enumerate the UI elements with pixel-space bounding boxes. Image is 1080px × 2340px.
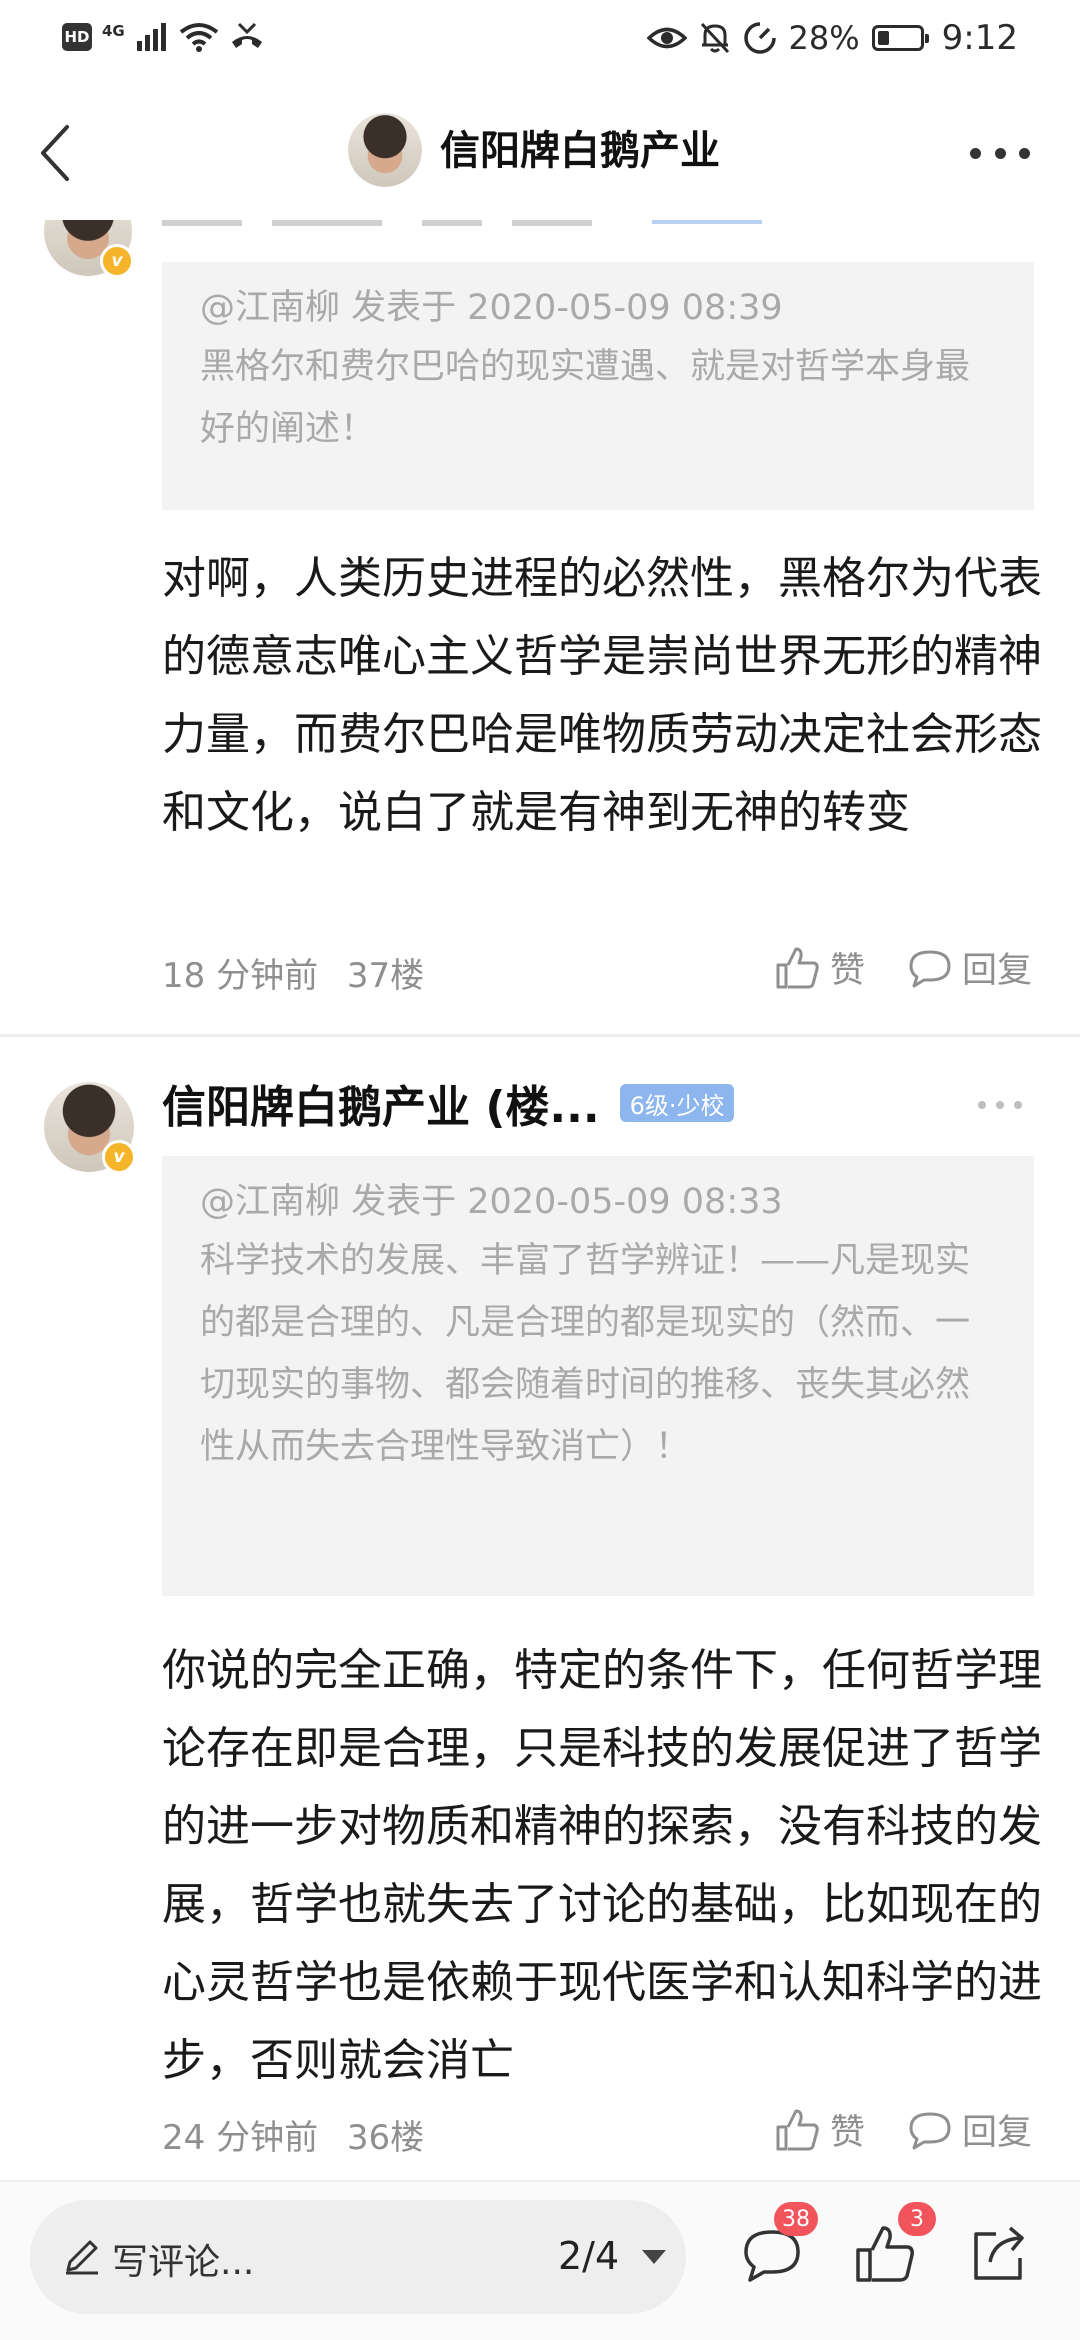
quoted-comment[interactable]: @江南柳 发表于 2020-05-09 08:33 科学技术的发展、丰富了哲学辨…	[162, 1156, 1034, 1596]
top-nav: 信阳牌白鹅产业	[0, 80, 1080, 220]
comment-time: 18 分钟前	[162, 956, 319, 996]
comment-meta-row: 24 分钟前 36楼 赞 回复	[162, 2100, 1036, 2160]
network-type: 4G	[102, 22, 125, 40]
comment-meta: 18 分钟前 37楼	[162, 948, 424, 997]
mute-bell-icon	[700, 22, 729, 54]
battery-percent: 28%	[788, 19, 860, 57]
data-saver-icon	[743, 22, 776, 54]
clock: 9:12	[941, 18, 1018, 58]
comment-divider	[0, 1034, 1080, 1037]
battery-icon	[871, 25, 929, 51]
thumbs-up-icon	[776, 2109, 819, 2150]
page-title[interactable]: 信阳牌白鹅产业	[440, 126, 720, 176]
quote-text: 科学技术的发展、丰富了哲学辨证！——凡是现实的都是合理的、凡是合理的都是现实的（…	[200, 1241, 971, 1467]
comment-text: 对啊，人类历史进程的必然性，黑格尔为代表的德意志唯心主义哲学是崇尚世界无形的精神…	[162, 553, 1042, 838]
share-button[interactable]	[966, 2222, 1030, 2286]
like-label: 赞	[830, 2113, 866, 2153]
comment-meta: 24 分钟前 36楼	[162, 2110, 424, 2159]
like-button[interactable]: 赞	[774, 942, 865, 993]
like-label: 赞	[830, 951, 866, 991]
more-dot	[994, 147, 1006, 159]
eye-icon	[646, 27, 687, 49]
signal-icon	[136, 23, 166, 51]
hd-badge: HD	[62, 23, 92, 51]
header-avatar[interactable]	[348, 113, 422, 187]
comments-count-badge: 38	[774, 2202, 818, 2236]
like-button[interactable]: 赞	[774, 2104, 865, 2155]
reply-button[interactable]: 回复	[908, 942, 1032, 993]
more-dot	[970, 147, 981, 159]
reply-button[interactable]: 回复	[908, 2104, 1032, 2155]
compose-placeholder: 写评论...	[112, 2242, 255, 2283]
back-button[interactable]	[26, 118, 82, 188]
more-dot	[1014, 1101, 1022, 1109]
comment-time: 24 分钟前	[162, 2118, 319, 2158]
comment-text: 你说的完全正确，特定的条件下，任何哲学理论存在即是合理，只是科技的发展促进了哲学…	[162, 1645, 1042, 2086]
thumbs-up-icon	[776, 947, 819, 988]
status-bar: HD 4G 28% 9:12	[0, 0, 1080, 80]
pencil-icon	[66, 2240, 98, 2275]
comment-meta-row: 18 分钟前 37楼 赞 回复	[162, 938, 1036, 998]
share-icon	[974, 2226, 1024, 2280]
wifi-icon	[179, 23, 218, 52]
reply-label: 回复	[962, 2113, 1033, 2153]
comment-avatar[interactable]: v	[44, 1082, 136, 1174]
comment-author-row: 信阳牌白鹅产业 (楼... 6级·少校	[162, 1068, 735, 1138]
more-dot	[996, 1101, 1004, 1109]
more-options-button[interactable]	[970, 138, 1030, 168]
chat-bubble-icon	[909, 2112, 951, 2149]
verified-badge-icon: v	[100, 244, 134, 278]
comments-button[interactable]: 38	[740, 2202, 818, 2286]
quote-meta: @江南柳 发表于 2020-05-09 08:33	[200, 1182, 783, 1222]
status-right: 28% 9:12	[646, 18, 1018, 58]
avatar-image	[348, 113, 422, 187]
verified-badge-icon: v	[102, 1140, 136, 1174]
comment-floor: 36楼	[346, 2118, 425, 2158]
comment-more-button[interactable]	[978, 1098, 1022, 1112]
comment-compose-input[interactable]: 写评论... 2/4	[30, 2200, 686, 2314]
caret-down-icon[interactable]	[642, 2250, 666, 2264]
comment-floor: 37楼	[346, 956, 425, 996]
like-post-button[interactable]: 3	[852, 2202, 936, 2286]
battery-fill	[877, 31, 889, 45]
quote-meta: @江南柳 发表于 2020-05-09 08:39	[200, 288, 783, 328]
status-left: HD 4G	[62, 22, 265, 52]
missed-call-icon	[231, 22, 262, 48]
more-dot	[978, 1101, 986, 1109]
reply-label: 回复	[962, 951, 1033, 991]
more-dot	[1019, 147, 1030, 159]
chevron-left-icon	[41, 125, 69, 181]
quoted-comment[interactable]: @江南柳 发表于 2020-05-09 08:39 黑格尔和费尔巴哈的现实遭遇、…	[162, 262, 1034, 510]
likes-count-badge: 3	[898, 2202, 936, 2236]
quote-text: 黑格尔和费尔巴哈的现实遭遇、就是对哲学本身最好的阐述！	[200, 347, 971, 449]
chat-bubble-icon	[909, 950, 951, 987]
bottom-bar: 写评论... 2/4 38 3	[0, 2180, 1080, 2340]
page-indicator[interactable]: 2/4	[558, 2234, 619, 2278]
level-badge: 6级·少校	[619, 1084, 735, 1122]
author-name[interactable]: 信阳牌白鹅产业 (楼...	[162, 1071, 600, 1135]
